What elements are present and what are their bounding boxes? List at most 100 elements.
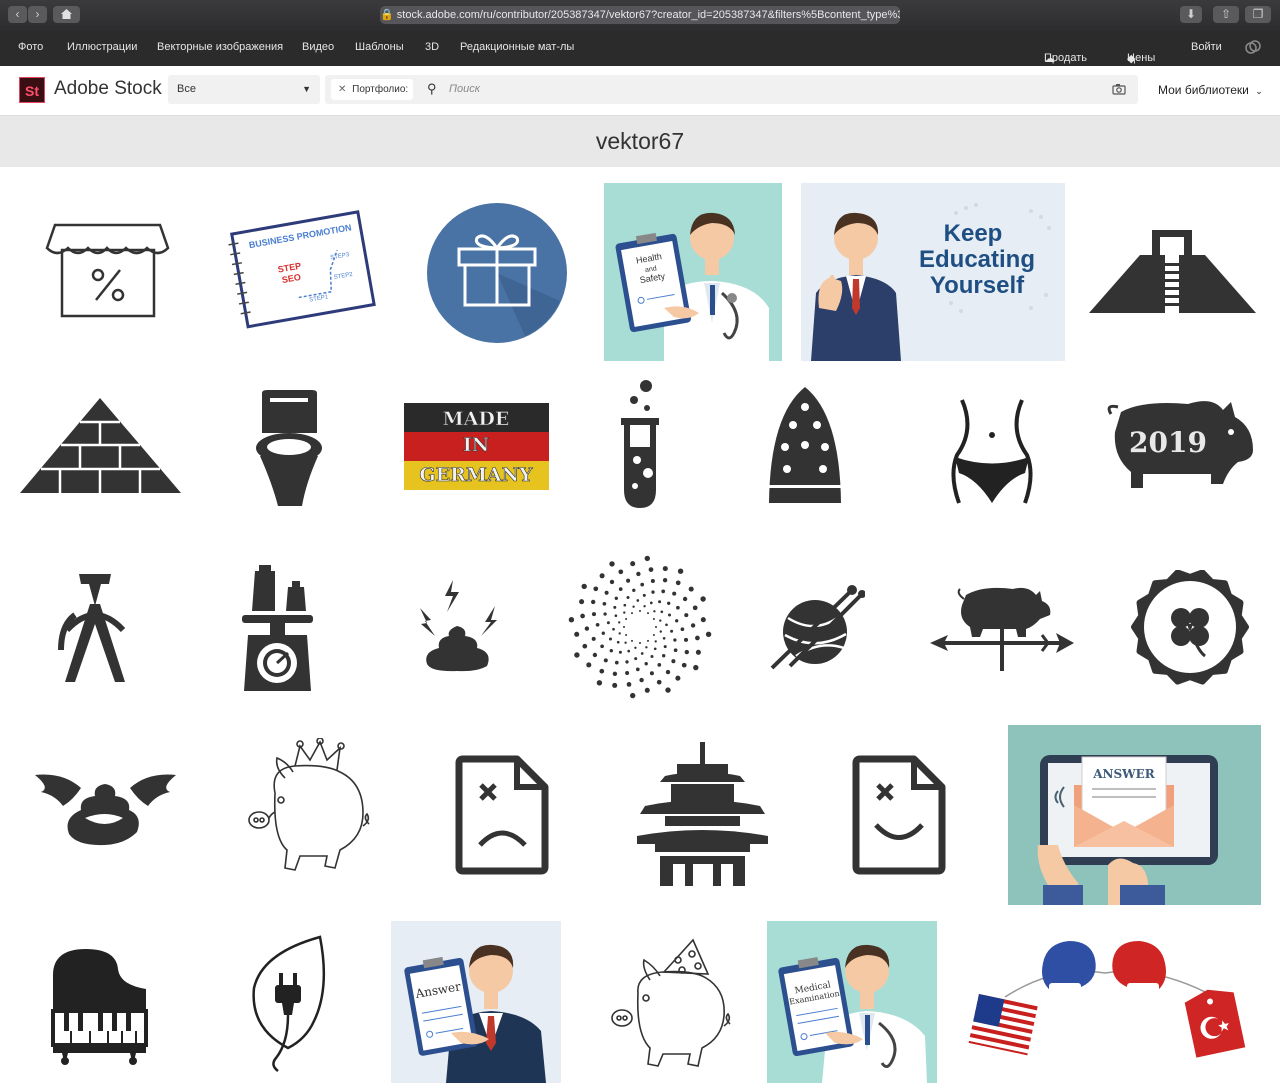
nav-editorial[interactable]: Редакционные мат-лы — [460, 41, 574, 53]
year-text: 2019 — [1129, 426, 1207, 459]
tile-doctor-health-safety[interactable]: Health and Safety — [604, 183, 782, 361]
tile-made-in-germany-sign[interactable]: MADE IN GERMANY — [404, 403, 549, 490]
pig-weathervane-icon — [930, 587, 1074, 671]
nav-illustrations[interactable]: Иллюстрации — [67, 41, 137, 53]
search-input[interactable]: Поиск — [449, 83, 480, 95]
forward-button[interactable]: › — [28, 6, 47, 23]
nav-video[interactable]: Видео — [302, 41, 334, 53]
tile-shop-discount-icon[interactable] — [20, 200, 195, 350]
tile-poop-lightning-icon[interactable] — [415, 578, 500, 673]
tile-gift-box-circle-icon[interactable] — [425, 201, 570, 346]
tile-pagoda-icon[interactable] — [635, 740, 770, 890]
tile-pig-with-crown-icon[interactable] — [245, 738, 375, 873]
yourself-text: Yourself — [930, 272, 1025, 299]
answer-tablet-illustration: ANSWER — [1037, 755, 1218, 905]
select-value: Все — [177, 83, 196, 95]
chip-label: Портфолио: — [352, 84, 409, 95]
in-text: IN — [463, 434, 489, 456]
tile-smile-document-icon[interactable] — [852, 755, 947, 875]
contributor-title-band: vektor67 — [0, 116, 1280, 167]
tile-businessman-answer-clipboard[interactable]: Answer — [391, 921, 561, 1083]
portfolio-filter-chip[interactable]: ✕ Портфолио: — [331, 79, 413, 100]
tile-pig-2019-icon[interactable]: 2019 — [1103, 392, 1258, 497]
made-in-germany-sign: MADE IN GERMANY — [404, 403, 549, 490]
download-icon[interactable]: ⬇ — [1180, 6, 1202, 23]
gift-box-circle-icon — [427, 203, 567, 343]
tile-female-body-icon[interactable] — [947, 395, 1037, 505]
germany-text: GERMANY — [419, 464, 533, 486]
back-button[interactable]: ‹ — [8, 6, 27, 23]
tile-dotted-spiral-icon[interactable] — [565, 555, 715, 700]
boxing-usa-turkey — [968, 941, 1246, 1058]
nav-templates[interactable]: Шаблоны — [355, 41, 404, 53]
smile-document-icon — [852, 755, 946, 875]
signin-link[interactable]: Войти — [1191, 41, 1222, 53]
search-icon: ⚲ — [427, 81, 437, 96]
tile-mayan-pyramid-icon[interactable] — [1085, 225, 1260, 320]
keep-educating-banner: Keep Educating Yourself — [811, 203, 1051, 361]
business-promotion-notebook: BUSINESS PROMOTION STEP SEO STEP1 STEP2 … — [228, 210, 376, 329]
share-icon[interactable]: ⇧ — [1213, 6, 1239, 23]
tile-yarn-ball-icon[interactable] — [770, 580, 865, 675]
tile-leaf-plug-icon[interactable] — [248, 933, 328, 1073]
content-type-select[interactable]: Все ▼ — [168, 75, 320, 104]
doctor-medical-examination: Medical Examination — [778, 944, 927, 1083]
tile-test-tube-icon[interactable] — [610, 378, 670, 513]
pig-party-hat-icon — [611, 938, 731, 1067]
search-bar[interactable]: ✕ Портфолио: ⚲ Поиск — [325, 75, 1138, 104]
grand-piano-icon — [51, 949, 148, 1065]
winged-poop-icon — [35, 774, 176, 846]
pig-with-crown-icon — [248, 738, 370, 871]
toilet-icon — [256, 390, 322, 506]
chevron-down-icon: ⌄ — [1255, 86, 1263, 96]
tile-iron-soleplate-icon[interactable] — [765, 385, 845, 507]
tile-sad-document-icon[interactable] — [455, 755, 550, 875]
businessman-answer-clipboard: Answer — [404, 944, 546, 1083]
browser-toolbar: ‹ › 🔒 stock.adobe.com/ru/contributor/205… — [0, 0, 1280, 30]
mayan-pyramid-icon — [1089, 230, 1256, 313]
iron-soleplate-icon — [769, 387, 841, 503]
tile-answer-tablet-illustration[interactable]: ANSWER — [1008, 725, 1261, 905]
tile-kitchen-scale-icon[interactable] — [240, 563, 315, 693]
yarn-ball-icon — [770, 585, 865, 670]
address-bar[interactable]: 🔒 stock.adobe.com/ru/contributor/2053873… — [380, 6, 900, 24]
brand-name[interactable]: Adobe Stock — [54, 78, 162, 100]
drawing-compass-icon — [58, 574, 126, 682]
lock-icon: 🔒 — [380, 9, 394, 21]
tile-drawing-compass-icon[interactable] — [55, 570, 135, 685]
home-icon[interactable] — [53, 6, 80, 23]
tile-keep-educating-banner[interactable]: Keep Educating Yourself — [801, 183, 1065, 361]
doctor-health-safety: Health and Safety — [615, 212, 769, 361]
tabs-icon[interactable]: ❐ — [1245, 6, 1271, 23]
tile-pig-party-hat-icon[interactable] — [608, 938, 733, 1068]
top-navigation: Фото Иллюстрации Векторные изображения В… — [0, 30, 1280, 66]
nav-3d[interactable]: 3D — [425, 41, 439, 53]
four-leaf-clover-badge-icon — [1131, 570, 1249, 685]
tile-doctor-medical-examination[interactable]: Medical Examination — [767, 921, 937, 1083]
tile-pig-weathervane-icon[interactable] — [928, 583, 1076, 673]
tile-business-promotion-notebook[interactable]: BUSINESS PROMOTION STEP SEO STEP1 STEP2 … — [222, 205, 377, 335]
nav-photo[interactable]: Фото — [18, 41, 43, 53]
pricing-label: Цены — [1127, 52, 1156, 64]
tile-toilet-icon[interactable] — [252, 388, 327, 508]
answer-letter-text: ANSWER — [1092, 767, 1156, 781]
tile-brick-pyramid-icon[interactable] — [18, 395, 183, 495]
url-text: stock.adobe.com/ru/contributor/205387347… — [396, 9, 900, 21]
sad-document-icon — [455, 755, 549, 875]
female-body-icon — [951, 399, 1033, 504]
adobe-stock-logo[interactable]: St — [19, 77, 45, 103]
nav-vectors[interactable]: Векторные изображения — [157, 41, 283, 53]
brick-pyramid-icon — [20, 398, 181, 493]
my-libraries-menu[interactable]: Мои библиотеки ⌄ — [1158, 83, 1263, 97]
kitchen-scale-icon — [242, 565, 313, 691]
tile-winged-poop-icon[interactable] — [33, 770, 178, 850]
tile-boxing-usa-turkey[interactable] — [965, 935, 1255, 1070]
poop-lightning-icon — [420, 580, 497, 672]
pagoda-icon — [637, 742, 768, 886]
close-icon[interactable]: ✕ — [338, 84, 346, 95]
tile-four-leaf-clover-badge-icon[interactable] — [1125, 570, 1255, 685]
camera-icon[interactable] — [1112, 82, 1126, 100]
educating-text: Educating — [919, 246, 1035, 273]
creative-cloud-icon[interactable] — [1244, 39, 1262, 58]
tile-grand-piano-icon[interactable] — [48, 945, 151, 1065]
